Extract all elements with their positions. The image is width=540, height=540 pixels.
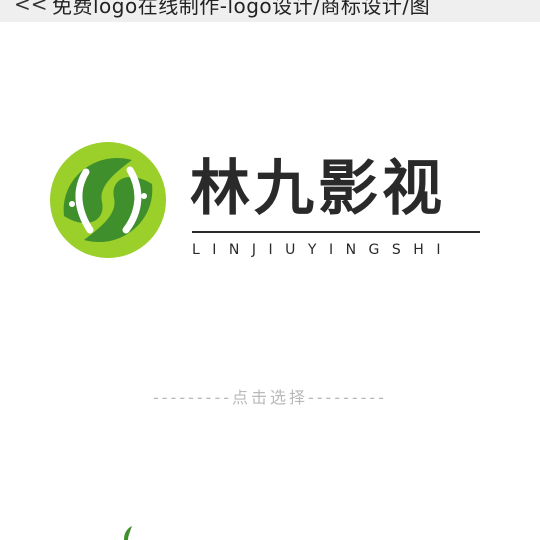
divider [192, 231, 480, 233]
back-icon[interactable]: << [14, 0, 48, 16]
brand-pinyin: LINJIUYINGSHI [192, 242, 453, 258]
page-title: 免费logo在线制作-logo设计/商标设计/图 [52, 0, 431, 18]
click-to-select-link[interactable]: ---------点击选择--------- [0, 384, 540, 408]
top-bar: << 免费logo在线制作-logo设计/商标设计/图 [0, 0, 540, 22]
brand-name: 林九影视 [190, 154, 446, 224]
logo-preview[interactable]: 林九影视 LINJIUYINGSHI [40, 132, 500, 272]
fish-emblem-icon [50, 142, 166, 258]
next-logo-leaf-icon [124, 526, 132, 540]
